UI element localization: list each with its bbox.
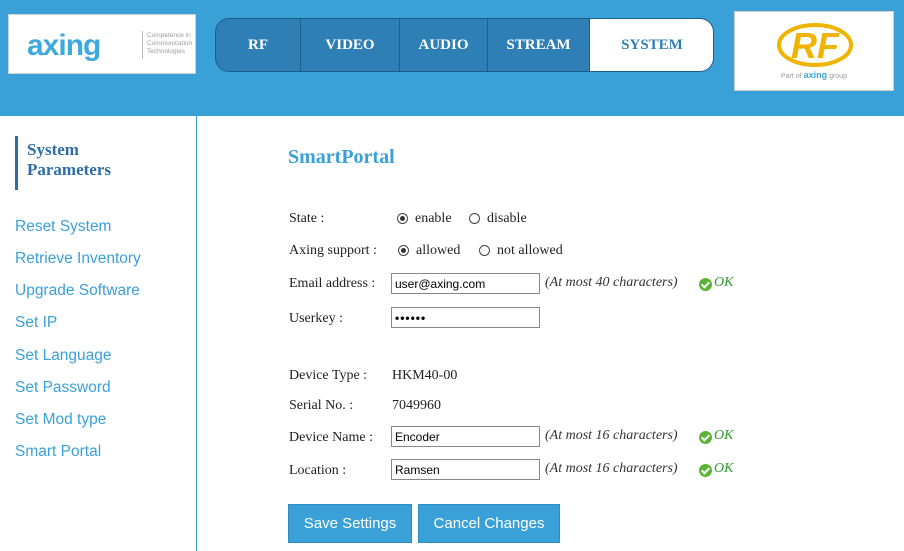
rf-logo-text: RF xyxy=(791,25,840,66)
tab-video[interactable]: VIDEO xyxy=(301,19,400,71)
support-not-allowed-label: not allowed xyxy=(497,243,563,258)
cancel-changes-button[interactable]: Cancel Changes xyxy=(418,504,560,543)
location-hint: (At most 16 characters) xyxy=(545,461,678,476)
page-title: SmartPortal xyxy=(288,146,395,168)
sidebar-item-set-language[interactable]: Set Language xyxy=(15,347,112,365)
device-name-label: Device Name : xyxy=(289,430,373,445)
email-ok-status: OK xyxy=(714,275,734,290)
email-ok-check-icon xyxy=(699,278,712,291)
state-disable-label: disable xyxy=(487,211,527,226)
support-not-allowed-radio[interactable] xyxy=(479,245,490,256)
tab-system[interactable]: SYSTEM xyxy=(590,19,713,71)
serial-label: Serial No. : xyxy=(289,398,354,413)
sidebar-item-set-mod-type[interactable]: Set Mod type xyxy=(15,411,106,429)
sidebar-item-smart-portal[interactable]: Smart Portal xyxy=(15,443,101,461)
support-allowed-label: allowed xyxy=(416,243,461,258)
support-allowed-radio[interactable] xyxy=(398,245,409,256)
rf-partner-subtitle: Part of axing group xyxy=(781,70,847,80)
location-ok-status: OK xyxy=(714,461,734,476)
state-enable-radio[interactable] xyxy=(397,213,408,224)
main-nav: RF VIDEO AUDIO STREAM SYSTEM xyxy=(215,18,714,72)
save-settings-button[interactable]: Save Settings xyxy=(288,504,412,543)
tab-audio[interactable]: AUDIO xyxy=(400,19,488,71)
email-input[interactable] xyxy=(391,273,540,294)
location-input[interactable] xyxy=(391,459,540,480)
tab-stream[interactable]: STREAM xyxy=(488,19,590,71)
tab-rf[interactable]: RF xyxy=(216,19,301,71)
device-name-ok-check-icon xyxy=(699,431,712,444)
axing-logo: axing Competence in Communication Techno… xyxy=(8,14,196,74)
location-label: Location : xyxy=(289,463,347,478)
sidebar-title: System Parameters xyxy=(27,140,112,179)
header-bar: axing Competence in Communication Techno… xyxy=(0,0,904,116)
support-label: Axing support : xyxy=(289,243,377,258)
location-ok-check-icon xyxy=(699,464,712,477)
sidebar-active-marker xyxy=(15,136,18,190)
email-label: Email address : xyxy=(289,276,376,291)
sidebar-item-set-ip[interactable]: Set IP xyxy=(15,314,57,332)
userkey-input[interactable] xyxy=(391,307,540,328)
logo-divider xyxy=(142,31,143,59)
device-name-hint: (At most 16 characters) xyxy=(545,428,678,443)
sidebar-item-set-password[interactable]: Set Password xyxy=(15,379,111,397)
logo-tagline: Competence in Communication Technologies xyxy=(147,32,193,55)
state-disable-radio[interactable] xyxy=(469,213,480,224)
logo-wordmark: axing xyxy=(27,29,101,62)
rf-partner-logo: RF Part of axing group xyxy=(734,11,894,91)
device-type-value: HKM40-00 xyxy=(392,368,458,383)
state-label: State : xyxy=(289,211,325,226)
device-name-input[interactable] xyxy=(391,426,540,447)
device-type-label: Device Type : xyxy=(289,368,368,383)
sidebar-divider xyxy=(196,116,197,551)
userkey-label: Userkey : xyxy=(289,311,344,326)
rf-logo-icon: RF xyxy=(777,23,853,67)
sidebar-item-retrieve-inventory[interactable]: Retrieve Inventory xyxy=(15,250,141,268)
email-hint: (At most 40 characters) xyxy=(545,275,678,290)
sidebar-item-reset-system[interactable]: Reset System xyxy=(15,218,111,236)
state-enable-label: enable xyxy=(415,211,452,226)
device-name-ok-status: OK xyxy=(714,428,734,443)
sidebar-item-upgrade-software[interactable]: Upgrade Software xyxy=(15,282,140,300)
serial-value: 7049960 xyxy=(392,398,441,413)
